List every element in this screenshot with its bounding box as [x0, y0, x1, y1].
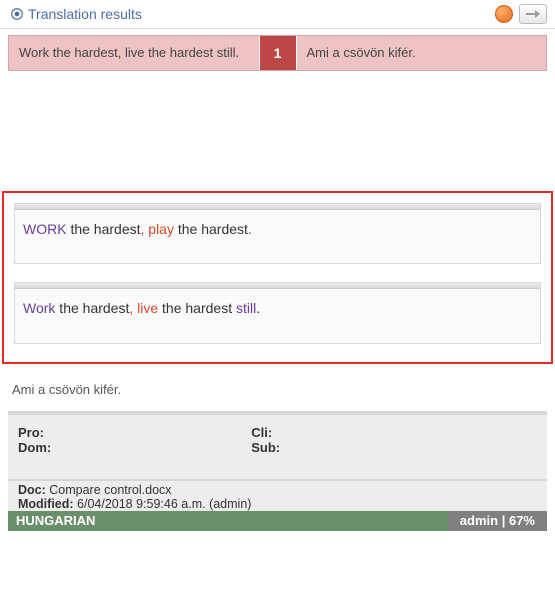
sub-label: Sub:: [251, 440, 280, 455]
tok-play: play: [148, 221, 174, 237]
dom-label: Dom:: [18, 440, 51, 455]
tok: the hardest: [174, 221, 248, 237]
status-language: HUNGARIAN: [8, 511, 448, 531]
meta-block: Pro: Dom: Cli: Sub:: [8, 415, 547, 479]
result-target: Ami a csövön kifér.: [296, 36, 547, 70]
cli-label: Cli:: [251, 425, 272, 440]
meta-right: Cli: Sub:: [251, 425, 280, 455]
tok-period: .: [256, 300, 260, 316]
header-title: Translation results: [28, 6, 495, 22]
status-right: admin | 67%: [448, 511, 547, 531]
tok: the hardest: [55, 300, 129, 316]
modified-value: 6/04/2018 9:59:46 a.m. (admin): [74, 497, 252, 511]
tok-live: live: [137, 300, 158, 316]
segment-1[interactable]: WORK the hardest, play the hardest.: [14, 203, 541, 265]
tok-comma: ,: [129, 300, 137, 316]
status-sep: |: [498, 513, 509, 528]
tok: the hardest: [158, 300, 236, 316]
doc-value: Compare control.docx: [46, 483, 172, 497]
modified-label: Modified:: [18, 497, 74, 511]
doc-label: Doc:: [18, 483, 46, 497]
tok-work: WORK: [23, 221, 67, 237]
tok-still: still: [236, 300, 256, 316]
forward-button[interactable]: [519, 4, 547, 24]
tok-period: .: [248, 221, 252, 237]
comparison-highlight: WORK the hardest, play the hardest. Work…: [2, 191, 553, 364]
pro-label: Pro:: [18, 425, 44, 440]
header: Translation results: [0, 0, 555, 29]
tok: the hardest: [67, 221, 141, 237]
doc-info: Doc: Compare control.docx Modified: 6/04…: [8, 479, 547, 511]
translation-preview: Ami a csövön kifér.: [0, 372, 555, 411]
tok-work: Work: [23, 300, 55, 316]
result-row[interactable]: Work the hardest, live the hardest still…: [8, 35, 547, 71]
result-source: Work the hardest, live the hardest still…: [9, 36, 260, 70]
refresh-button[interactable]: [495, 5, 513, 23]
status-percent: 67%: [509, 513, 535, 528]
meta-left: Pro: Dom:: [18, 425, 51, 455]
eye-icon: [10, 7, 24, 21]
result-number: 1: [260, 36, 296, 70]
segment-1-text: WORK the hardest, play the hardest.: [15, 210, 540, 264]
segment-2[interactable]: Work the hardest, live the hardest still…: [14, 282, 541, 344]
header-actions: [495, 4, 547, 24]
status-user: admin: [460, 513, 498, 528]
status-bar: HUNGARIAN admin | 67%: [8, 511, 547, 531]
segment-2-text: Work the hardest, live the hardest still…: [15, 289, 540, 343]
